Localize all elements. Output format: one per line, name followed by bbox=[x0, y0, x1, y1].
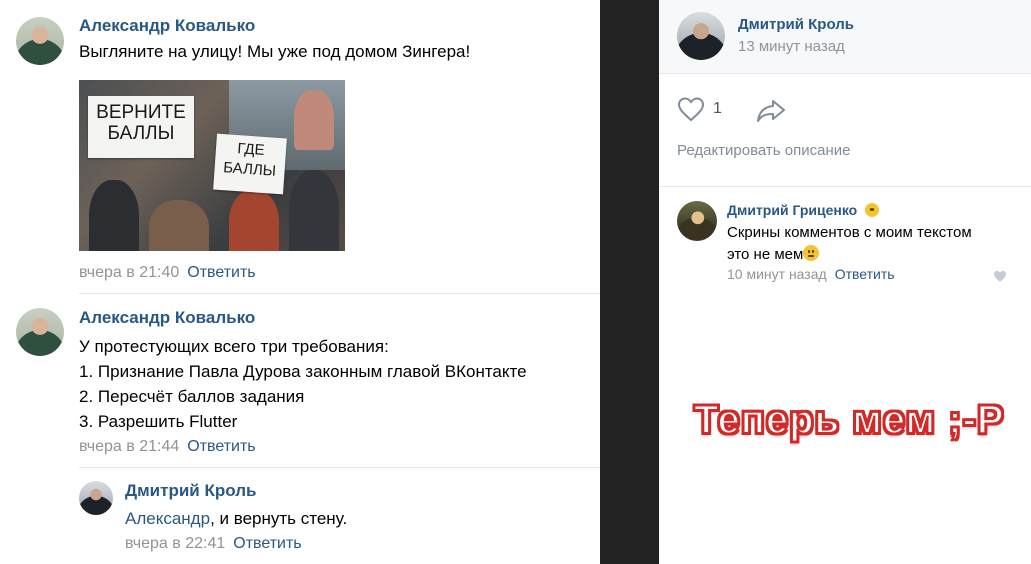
reply-link[interactable]: Ответить bbox=[233, 535, 301, 552]
comment-author: Дмитрий Гриценко bbox=[727, 202, 880, 218]
divider bbox=[79, 467, 600, 468]
comment-time[interactable]: вчера в 22:41 bbox=[125, 535, 225, 552]
comment-meta: 10 минут назад Ответить bbox=[727, 266, 895, 282]
reply-text: Александр, и вернуть стену. bbox=[125, 509, 348, 528]
comment-line: 2. Пересчёт баллов задания bbox=[79, 387, 305, 406]
comment-time[interactable]: 10 минут назад bbox=[727, 266, 827, 282]
comment-time[interactable]: вчера в 21:40 bbox=[79, 264, 179, 281]
protest-sign: ВЕРНИТЕ БАЛЛЫ bbox=[88, 96, 194, 158]
reply-link[interactable]: Ответить bbox=[187, 264, 255, 281]
left-comments-panel: Александр Ковалько Выгляните на улицу! М… bbox=[0, 0, 600, 564]
avatar[interactable] bbox=[16, 308, 64, 356]
comment-author[interactable]: Александр Ковалько bbox=[79, 308, 255, 328]
protest-photo[interactable]: ВЕРНИТЕ БАЛЛЫ ГДЕ БАЛЛЫ bbox=[79, 80, 345, 251]
share-icon[interactable] bbox=[755, 96, 787, 124]
mention-link[interactable]: Александр bbox=[125, 509, 210, 528]
post-time[interactable]: 13 минут назад bbox=[738, 38, 845, 55]
divider bbox=[79, 293, 600, 294]
comment-author[interactable]: Александр Ковалько bbox=[79, 16, 255, 36]
comment-line: У протестующих всего три требования: bbox=[79, 337, 389, 356]
post-author[interactable]: Дмитрий Кроль bbox=[738, 16, 854, 33]
meme-caption: Теперь мем ;-P bbox=[693, 397, 1005, 443]
divider bbox=[659, 186, 1031, 187]
comment-meta: вчера в 21:44 Ответить bbox=[79, 438, 256, 456]
avatar[interactable] bbox=[677, 201, 717, 241]
reply-link[interactable]: Ответить bbox=[187, 438, 255, 455]
edit-description-link[interactable]: Редактировать описание bbox=[677, 142, 850, 159]
post-header: Дмитрий Кроль 13 минут назад bbox=[659, 0, 1031, 74]
comment-line: Скрины комментов с моим текстом bbox=[727, 224, 972, 241]
comment-line: это не мем bbox=[727, 245, 820, 263]
like-count: 1 bbox=[713, 100, 722, 117]
dark-divider bbox=[600, 0, 659, 564]
reply-author[interactable]: Дмитрий Кроль bbox=[125, 481, 256, 501]
comment-line: 1. Признание Павла Дурова законным главо… bbox=[79, 362, 527, 381]
comment-text: Выгляните на улицу! Мы уже под домом Зин… bbox=[79, 42, 471, 61]
like-icon[interactable] bbox=[677, 96, 705, 124]
comment-time[interactable]: вчера в 21:44 bbox=[79, 438, 179, 455]
avatar[interactable] bbox=[16, 17, 64, 65]
confused-emoji-icon bbox=[803, 245, 820, 261]
comment-meta: вчера в 21:40 Ответить bbox=[79, 264, 256, 282]
right-post-panel: Дмитрий Кроль 13 минут назад 1 Редактиро… bbox=[659, 0, 1031, 564]
comment-like-icon[interactable] bbox=[993, 270, 1007, 283]
avatar[interactable] bbox=[79, 481, 113, 515]
comment-line: 3. Разрешить Flutter bbox=[79, 412, 238, 431]
avatar[interactable] bbox=[677, 12, 725, 60]
protest-sign: ГДЕ БАЛЛЫ bbox=[213, 133, 287, 195]
emoji-icon bbox=[865, 203, 880, 217]
reply-link[interactable]: Ответить bbox=[835, 266, 895, 282]
comment-meta: вчера в 22:41 Ответить bbox=[125, 535, 302, 553]
